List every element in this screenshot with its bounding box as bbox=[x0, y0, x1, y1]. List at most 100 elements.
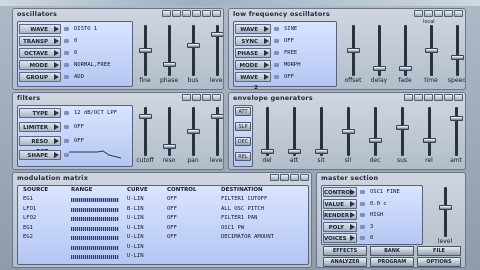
osc-slider-bus[interactable] bbox=[187, 43, 200, 49]
env-select-4-button[interactable] bbox=[434, 94, 443, 101]
lfo-label-0[interactable]: WAVE 1 bbox=[235, 24, 271, 43]
effects-button[interactable]: EFFECTS bbox=[323, 246, 367, 256]
matrix-range-6[interactable] bbox=[71, 255, 119, 259]
master-label-2[interactable]: RENDER bbox=[323, 210, 357, 220]
matrix-source-2[interactable]: LFO2 bbox=[23, 215, 36, 221]
osc-select-3-button[interactable] bbox=[182, 10, 191, 17]
osc-value-2[interactable]: 0 bbox=[62, 48, 130, 58]
matrix-curve-6[interactable]: U-LIN bbox=[127, 253, 144, 259]
osc-track-2[interactable] bbox=[192, 25, 195, 76]
matrix-curve-1[interactable]: B-LIN bbox=[127, 206, 144, 212]
matrix-curve-5[interactable]: U-LIN bbox=[127, 244, 144, 250]
matrix-destination-0[interactable]: FILTER1 CUTOFF bbox=[221, 196, 267, 202]
filter-slider-level[interactable] bbox=[211, 113, 223, 119]
matrix-range-1[interactable] bbox=[71, 207, 119, 212]
matrix-page-4-button[interactable] bbox=[300, 174, 309, 181]
env-select-2-button[interactable] bbox=[414, 94, 423, 101]
osc-value-0[interactable]: DISTO 1 bbox=[62, 24, 130, 34]
lfo-select-2-button[interactable] bbox=[424, 10, 433, 17]
filter-slider-pan[interactable] bbox=[187, 129, 200, 134]
filter-label-1[interactable]: LIMITER bbox=[19, 122, 61, 132]
osc-slider-level[interactable] bbox=[211, 31, 223, 37]
filter-value-0[interactable]: 12 dB/OCT LPF bbox=[62, 108, 130, 118]
master-label-4[interactable]: VOICES bbox=[323, 233, 357, 243]
osc-copy-button[interactable] bbox=[202, 10, 211, 17]
matrix-destination-2[interactable]: FILTER1 PAN bbox=[221, 215, 257, 221]
master-level-track[interactable] bbox=[444, 187, 447, 237]
env-slider-sus[interactable] bbox=[396, 124, 409, 130]
filter-value-2[interactable]: OFF bbox=[62, 136, 130, 146]
osc-value-3[interactable]: NORMAL,FREE bbox=[62, 60, 130, 70]
lfo-slider-delay[interactable] bbox=[373, 66, 386, 72]
lfo-value-4[interactable]: OFF bbox=[272, 72, 330, 82]
matrix-curve-2[interactable]: U-LIN bbox=[127, 215, 144, 221]
lfo-select-4-button[interactable] bbox=[444, 10, 453, 17]
lfo-value-3[interactable]: MORPH bbox=[272, 60, 330, 70]
matrix-source-1[interactable]: LFO1 bbox=[23, 206, 36, 212]
master-value-4[interactable]: 0 bbox=[358, 233, 418, 243]
env-select-1-button[interactable] bbox=[404, 94, 413, 101]
matrix-control-2[interactable]: OFF bbox=[167, 215, 177, 221]
env-dec-button[interactable]: DEC bbox=[235, 137, 251, 146]
env-copy-button[interactable] bbox=[444, 94, 453, 101]
env-select-3-button[interactable] bbox=[424, 94, 433, 101]
osc-label-0[interactable]: WAVE bbox=[19, 24, 61, 34]
filter-paste-button[interactable] bbox=[212, 94, 221, 101]
osc-slider-phase[interactable] bbox=[163, 61, 176, 67]
filter-copy-button[interactable] bbox=[202, 94, 211, 101]
filter-select-2-button[interactable] bbox=[192, 94, 201, 101]
analyzer-button[interactable]: ANALYZER bbox=[323, 257, 367, 267]
matrix-destination-4[interactable]: DECIMATOR AMOUNT bbox=[221, 234, 274, 240]
osc-track-1[interactable] bbox=[168, 25, 171, 76]
master-value-2[interactable]: HIGH bbox=[358, 210, 418, 220]
matrix-range-3[interactable] bbox=[71, 226, 119, 231]
matrix-page-3-button[interactable] bbox=[290, 174, 299, 181]
env-track-7[interactable] bbox=[455, 107, 458, 156]
filter-label-2[interactable]: RESO BST bbox=[19, 136, 61, 155]
master-label-1[interactable]: VALUE bbox=[323, 198, 357, 209]
env-slider-att[interactable] bbox=[288, 148, 301, 154]
env-slider-dec[interactable] bbox=[369, 137, 382, 143]
lfo-slider-offset[interactable] bbox=[347, 48, 360, 53]
lfo-label-2[interactable]: PHASE bbox=[235, 48, 271, 58]
env-slp-button[interactable]: SLP bbox=[235, 122, 251, 131]
filter-label-3[interactable]: SHAPE bbox=[19, 150, 61, 160]
osc-select-1-button[interactable] bbox=[162, 10, 171, 17]
filter-select-1-button[interactable] bbox=[182, 94, 191, 101]
lfo-select-1-button[interactable] bbox=[414, 10, 423, 17]
lfo-label-4[interactable]: WAVE 2 bbox=[235, 72, 271, 89]
env-slider-sll[interactable] bbox=[342, 129, 355, 134]
master-label-3[interactable]: POLY bbox=[323, 221, 357, 232]
env-track-5[interactable] bbox=[401, 107, 404, 156]
matrix-range-2[interactable] bbox=[71, 217, 119, 221]
osc-value-1[interactable]: 0 bbox=[62, 36, 130, 46]
matrix-page-1-button[interactable] bbox=[270, 174, 279, 181]
matrix-control-4[interactable]: OFF bbox=[167, 234, 177, 240]
env-slider-del[interactable] bbox=[261, 148, 274, 154]
env-track-4[interactable] bbox=[374, 107, 377, 156]
lfo-value-2[interactable]: FREE bbox=[272, 48, 330, 58]
matrix-range-4[interactable] bbox=[71, 236, 119, 240]
matrix-source-3[interactable]: EG1 bbox=[23, 225, 33, 231]
matrix-source-0[interactable]: EG1 bbox=[23, 196, 33, 202]
matrix-range-0[interactable] bbox=[71, 198, 119, 202]
env-slider-amt[interactable] bbox=[450, 115, 463, 121]
osc-paste-button[interactable] bbox=[212, 10, 221, 17]
matrix-curve-3[interactable]: U-LIN bbox=[127, 225, 144, 231]
env-rel-button[interactable]: REL bbox=[235, 152, 251, 161]
lfo-copy-button[interactable] bbox=[454, 10, 463, 17]
filter-slider-cutoff[interactable] bbox=[139, 113, 152, 119]
matrix-range-5[interactable] bbox=[71, 245, 119, 250]
master-value-3[interactable]: 3 bbox=[358, 222, 418, 232]
lfo-label-1[interactable]: SYNC bbox=[235, 36, 271, 46]
osc-label-3[interactable]: MODE bbox=[19, 60, 61, 70]
osc-value-4[interactable]: ADD bbox=[62, 72, 130, 82]
lfo-slider-time[interactable] bbox=[425, 48, 438, 53]
lfo-label-3[interactable]: MODE bbox=[235, 60, 271, 70]
osc-select-2-button[interactable] bbox=[172, 10, 181, 17]
matrix-destination-3[interactable]: OSC1 PW bbox=[221, 225, 244, 231]
env-slider-sit[interactable] bbox=[315, 148, 328, 154]
lfo-value-0[interactable]: SINE bbox=[272, 24, 330, 34]
osc-slider-fine[interactable] bbox=[139, 48, 152, 53]
osc-label-4[interactable]: GROUP bbox=[19, 72, 61, 82]
